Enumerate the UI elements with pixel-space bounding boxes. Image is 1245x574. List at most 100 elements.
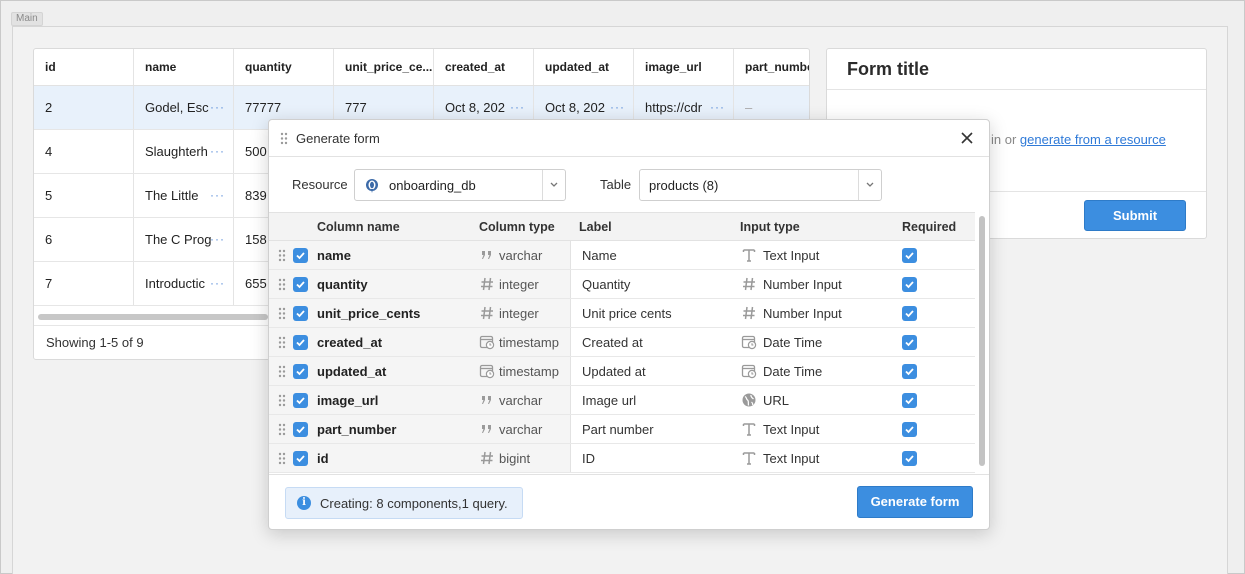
cell-name: The Little ··· [134, 174, 234, 217]
include-checkbox[interactable] [293, 451, 308, 466]
cell-text: The C Prog [145, 232, 212, 247]
cell-name: Introductic ··· [134, 262, 234, 305]
label-input[interactable]: Image url [582, 393, 636, 408]
column-name: quantity [317, 277, 368, 292]
column-row[interactable]: name varchar Name Text Input [269, 241, 975, 270]
label-input[interactable]: Unit price cents [582, 306, 672, 321]
drag-handle-icon[interactable] [278, 307, 286, 323]
more-icon[interactable]: ··· [210, 262, 225, 305]
drag-handle-icon[interactable] [278, 336, 286, 352]
cell-id: 7 [34, 262, 134, 305]
column-header-unit-price[interactable]: unit_price_ce... [334, 49, 434, 85]
column-row[interactable]: updated_at timestamp Updated at Date Time [269, 357, 975, 386]
more-icon[interactable]: ··· [210, 86, 225, 129]
input-type-select[interactable]: Text Input [763, 451, 819, 466]
hint-text: in or [991, 132, 1020, 147]
column-row[interactable]: id bigint ID Text Input [269, 444, 975, 473]
required-checkbox[interactable] [902, 451, 917, 466]
submit-button[interactable]: Submit [1084, 200, 1186, 231]
cell-text: Oct 8, 202 [445, 100, 505, 115]
horizontal-scrollbar[interactable] [38, 314, 268, 320]
column-header-name[interactable]: name [134, 49, 234, 85]
cell-text: https://cdr [645, 100, 703, 115]
hash-icon [479, 305, 495, 321]
include-checkbox[interactable] [293, 306, 308, 321]
column-row[interactable]: part_number varchar Part number Text Input [269, 415, 975, 444]
postgres-icon [366, 179, 378, 193]
input-type-select[interactable]: Date Time [763, 364, 822, 379]
label-input[interactable]: ID [582, 451, 595, 466]
column-header-part-number[interactable]: part_numbe [734, 49, 809, 85]
column-row[interactable]: quantity integer Quantity Number Input [269, 270, 975, 299]
drag-handle-icon[interactable] [278, 249, 286, 265]
modal-title: Generate form [296, 131, 380, 146]
input-type-select[interactable]: Date Time [763, 335, 822, 350]
input-type-select[interactable]: Number Input [763, 306, 842, 321]
label-input[interactable]: Part number [582, 422, 654, 437]
required-checkbox[interactable] [902, 422, 917, 437]
required-checkbox[interactable] [902, 248, 917, 263]
cell-text: Godel, Esc [145, 100, 209, 115]
column-header-image-url[interactable]: image_url [634, 49, 734, 85]
column-name: name [317, 248, 351, 263]
column-row[interactable]: created_at timestamp Created at Date Time [269, 328, 975, 357]
input-type-select[interactable]: Number Input [763, 277, 842, 292]
include-checkbox[interactable] [293, 277, 308, 292]
column-type: varchar [499, 422, 543, 437]
drag-handle-icon[interactable] [278, 423, 286, 439]
drag-handle-icon[interactable] [278, 452, 286, 468]
required-checkbox[interactable] [902, 277, 917, 292]
column-type: timestamp [499, 335, 559, 350]
column-name: part_number [317, 422, 397, 437]
column-row[interactable]: unit_price_cents integer Unit price cents N… [269, 299, 975, 328]
info-text: Creating: 8 components,1 query. [320, 496, 508, 511]
generate-form-button[interactable]: Generate form [857, 486, 973, 518]
calendar-clock-icon [479, 363, 495, 379]
input-type-select[interactable]: Text Input [763, 422, 819, 437]
drag-handle-icon[interactable] [278, 278, 286, 294]
generate-form-modal: Generate form Resource onboarding_db Tab… [268, 119, 990, 530]
column-header-id[interactable]: id [34, 49, 134, 85]
vertical-scrollbar[interactable] [979, 216, 985, 466]
column-row[interactable]: image_url varchar Image url URL [269, 386, 975, 415]
include-checkbox[interactable] [293, 248, 308, 263]
close-icon[interactable] [959, 129, 975, 147]
quote-icon [479, 421, 495, 437]
text-type-icon [741, 247, 757, 263]
more-icon[interactable]: ··· [210, 130, 225, 173]
required-checkbox[interactable] [902, 306, 917, 321]
column-header-quantity[interactable]: quantity [234, 49, 334, 85]
more-icon[interactable]: ··· [210, 218, 225, 261]
include-checkbox[interactable] [293, 335, 308, 350]
more-icon[interactable]: ··· [210, 174, 225, 217]
label-input[interactable]: Updated at [582, 364, 646, 379]
drag-handle-icon[interactable] [278, 394, 286, 410]
column-name: updated_at [317, 364, 387, 379]
include-checkbox[interactable] [293, 364, 308, 379]
label-input[interactable]: Quantity [582, 277, 630, 292]
column-type: integer [499, 306, 539, 321]
drag-handle-icon[interactable] [280, 132, 288, 145]
include-checkbox[interactable] [293, 422, 308, 437]
form-title[interactable]: Form title [847, 59, 929, 80]
required-checkbox[interactable] [902, 335, 917, 350]
required-checkbox[interactable] [902, 393, 917, 408]
table-label: Table [600, 177, 632, 192]
label-input[interactable]: Name [582, 248, 617, 263]
calendar-clock-icon [741, 334, 757, 350]
generate-from-resource-link[interactable]: generate from a resource [1020, 132, 1166, 147]
table-select[interactable]: products (8) [639, 169, 882, 201]
grid-header: Column name Column type Label Input type… [269, 213, 975, 241]
input-type-select[interactable]: Text Input [763, 248, 819, 263]
column-name: id [317, 451, 329, 466]
drag-handle-icon[interactable] [278, 365, 286, 381]
column-type: varchar [499, 393, 543, 408]
column-type: integer [499, 277, 539, 292]
column-header-updated-at[interactable]: updated_at [534, 49, 634, 85]
required-checkbox[interactable] [902, 364, 917, 379]
label-input[interactable]: Created at [582, 335, 643, 350]
include-checkbox[interactable] [293, 393, 308, 408]
column-header-created-at[interactable]: created_at [434, 49, 534, 85]
resource-select[interactable]: onboarding_db [354, 169, 566, 201]
input-type-select[interactable]: URL [763, 393, 789, 408]
